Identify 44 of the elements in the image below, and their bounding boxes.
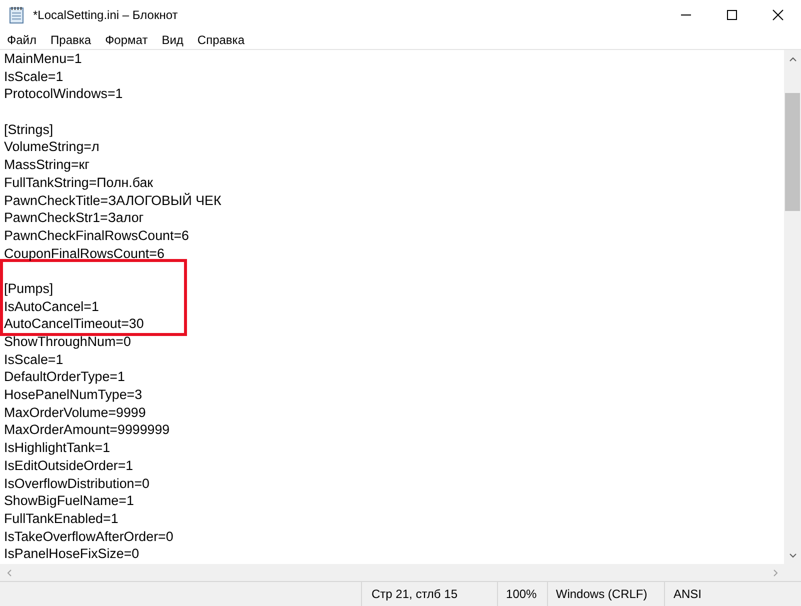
status-field: Стр 21, стлб 15 — [360, 582, 498, 606]
text-line: IsHighlightTank=1 — [4, 439, 112, 457]
text-line: MaxOrderAmount=9999999 — [4, 421, 171, 440]
menu-item[interactable]: Файл — [0, 32, 44, 46]
text-line: DefaultOrderType=1 — [4, 368, 126, 386]
menu-item[interactable]: Справка — [190, 32, 252, 46]
text-line: MaxOrderVolume=9999 — [4, 404, 147, 422]
text-line: IsTakeOverflowAfterOrder=0 — [4, 528, 174, 546]
scroll-up-icon[interactable] — [788, 56, 796, 62]
text-line: MainMenu=1 — [4, 50, 83, 68]
text-line: FullTankString=Полн.бак — [4, 174, 154, 192]
menu-item[interactable]: Формат — [98, 32, 155, 46]
text-line: [Pumps] — [4, 280, 54, 298]
text-line: IsOverflowDistribution=0 — [4, 474, 150, 492]
maximize-icon[interactable] — [726, 9, 738, 21]
menu-item[interactable]: Правка — [44, 32, 98, 46]
text-line: PawnCheckTitle=ЗАЛОГОВЫЙ ЧЕК — [4, 192, 222, 210]
text-line: MassString=кг — [4, 156, 91, 174]
text-line: ProtocolWindows=1 — [4, 85, 124, 104]
vertical-scrollbar[interactable] — [784, 50, 801, 564]
text-line: AutoCancelTimeout=30 — [4, 315, 145, 333]
text-line: IsScale=1 — [4, 68, 64, 86]
text-line: [Strings] — [4, 120, 54, 138]
status-field: ANSI — [664, 582, 801, 606]
text-line: ShowThroughNum=0 — [4, 333, 132, 351]
text-line: IsPanelHoseFixSize=0 — [4, 545, 140, 563]
scroll-down-icon[interactable] — [788, 552, 796, 558]
text-line: PawnCheckStr1=Залог — [4, 209, 145, 227]
menu-item[interactable]: Вид — [154, 32, 190, 46]
text-line: PawnCheckFinalRowsCount=6 — [4, 226, 190, 245]
text-line: VolumeString=л — [4, 138, 100, 156]
text-line: IsScale=1 — [4, 350, 64, 368]
status-field: 100% — [497, 582, 547, 606]
text-line: ShowBigFuelName=1 — [4, 492, 135, 510]
close-icon[interactable] — [772, 9, 784, 21]
text-line: FullTankEnabled=1 — [4, 510, 120, 528]
text-line: IsAutoCancel=1 — [4, 298, 100, 316]
notepad-icon — [9, 6, 25, 24]
text-line: HosePanelNumType=3 — [4, 386, 144, 404]
text-line: IsEditOutsideOrder=1 — [4, 456, 134, 474]
status-field: Windows (CRLF) — [546, 582, 664, 606]
text-line: CouponFinalRowsCount=6 — [4, 244, 166, 262]
window-title: *LocalSetting.ini – Блокнот — [33, 8, 179, 22]
scrollbar-thumb[interactable] — [785, 93, 800, 211]
